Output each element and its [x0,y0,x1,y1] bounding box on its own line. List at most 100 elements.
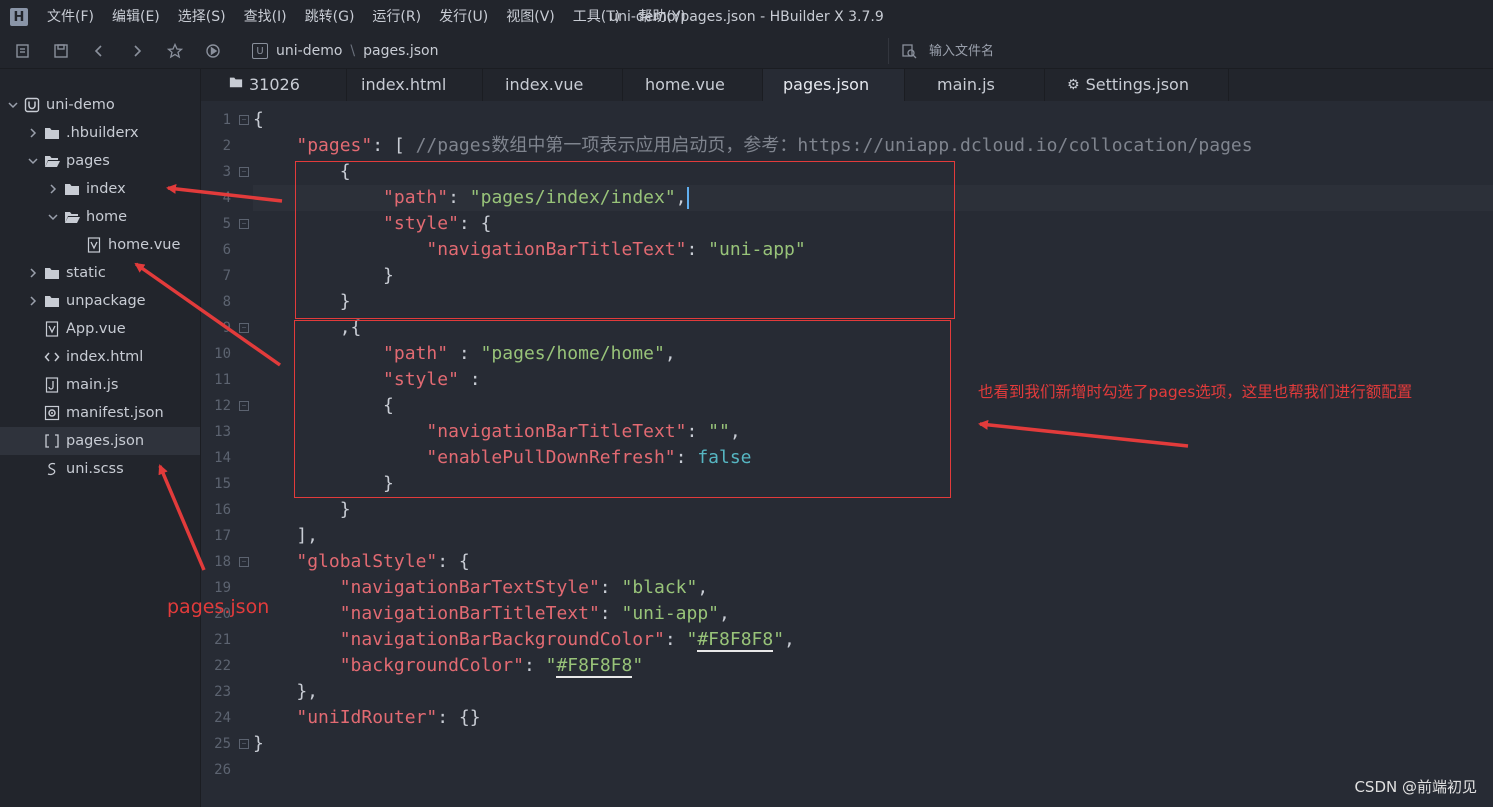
code-line: ,{ [253,317,362,338]
tab-index-vue[interactable]: index.vue [483,69,623,101]
tab-index-html[interactable]: index.html [347,69,483,101]
menu-view[interactable]: 视图(V) [497,0,564,34]
menu-help[interactable]: 帮助(Y) [629,0,694,34]
tree-item-pages-json[interactable]: pages.json [0,427,200,455]
color-value[interactable]: #F8F8F8 [556,655,633,678]
line-number: 6 [222,242,231,258]
tree-item-label: pages [66,153,110,169]
tab-31026[interactable]: 31026 [201,69,347,101]
run-icon[interactable] [204,42,222,60]
title-bar: H 文件(F) 编辑(E) 选择(S) 查找(I) 跳转(G) 运行(R) 发行… [0,0,1493,34]
tab-label: main.js [937,75,995,94]
folder-open-icon [64,209,80,225]
tab-main-js[interactable]: main.js [905,69,1045,101]
folder-icon [44,125,60,141]
line-number: 24 [214,710,231,726]
tab-pages-json[interactable]: pages.json [763,69,905,101]
tree-item-label: uni.scss [66,461,124,477]
code-line: "navigationBarTitleText": "uni-app" [426,239,806,260]
menu-publish[interactable]: 发行(U) [430,0,497,34]
chevron-right-icon[interactable] [46,182,60,196]
tab-settings-json[interactable]: ⚙ Settings.json [1045,69,1229,101]
menu-find[interactable]: 查找(I) [235,0,296,34]
menu-goto[interactable]: 跳转(G) [296,0,364,34]
tree-item-index-folder[interactable]: index [0,175,200,203]
star-icon[interactable] [166,42,184,60]
line-number: 7 [222,268,231,284]
tree-item-uni-demo[interactable]: uni-demo [0,91,200,119]
menu-select[interactable]: 选择(S) [169,0,235,34]
fold-toggle-icon[interactable]: − [239,219,249,229]
chevron-down-icon[interactable] [26,154,40,168]
vue-file-icon [44,321,60,337]
code-line: "backgroundColor": "#F8F8F8" [339,655,644,678]
tab-label: index.html [361,75,447,94]
tree-item-pages[interactable]: pages [0,147,200,175]
tree-item-label: home [86,209,128,225]
tree-item-home-folder[interactable]: home [0,203,200,231]
menu-edit[interactable]: 编辑(E) [103,0,169,34]
code-line: "globalStyle": { [296,551,470,572]
tree-item-label: main.js [66,377,119,393]
fold-toggle-icon[interactable]: − [239,115,249,125]
back-icon[interactable] [90,42,108,60]
tree-item-main-js[interactable]: main.js [0,371,200,399]
chevron-right-icon[interactable] [26,294,40,308]
fold-toggle-icon[interactable]: − [239,557,249,567]
fold-toggle-icon[interactable]: − [239,167,249,177]
gear-icon: ⚙ [1067,77,1080,93]
code-line: { [253,161,351,182]
code-line: "pages": [ //pages数组中第一项表示应用启动页，参考：https… [296,135,1253,156]
new-file-icon[interactable] [14,42,32,60]
folder-icon [44,293,60,309]
tree-item-index-html[interactable]: index.html [0,343,200,371]
vue-file-icon [86,237,102,253]
code-content[interactable]: { "pages": [ //pages数组中第一项表示应用启动页，参考：htt… [253,107,1493,783]
code-line: { [253,109,264,130]
color-value[interactable]: #F8F8F8 [697,629,774,652]
tree-item-static[interactable]: static [0,259,200,287]
breadcrumb: U uni-demo \ pages.json [252,43,438,59]
menu-bar: 文件(F) 编辑(E) 选择(S) 查找(I) 跳转(G) 运行(R) 发行(U… [38,0,695,34]
tab-home-vue[interactable]: home.vue [623,69,763,101]
code-line: ], [253,525,319,546]
forward-icon[interactable] [128,42,146,60]
chevron-right-icon[interactable] [26,266,40,280]
tree-item-label: App.vue [66,321,126,337]
breadcrumb-project[interactable]: uni-demo [276,43,342,59]
fold-toggle-icon[interactable]: − [239,323,249,333]
chevron-down-icon[interactable] [6,98,20,112]
menu-run[interactable]: 运行(R) [363,0,430,34]
folder-icon [64,181,80,197]
tab-label: pages.json [783,75,870,94]
code-editor[interactable]: 1−2 3−4 5−6 7 8 9−10 11 12−13 14 15 16 17 18−19 20 21 2… [201,101,1493,807]
file-tree: uni-demo .hbuilderx pages index home hom… [0,91,200,483]
watermark: CSDN @前端初见 [1354,778,1477,796]
file-search-icon [902,44,917,59]
save-icon[interactable] [52,42,70,60]
tree-item-app-vue[interactable]: App.vue [0,315,200,343]
file-search-input[interactable] [927,42,1431,60]
chevron-right-icon[interactable] [26,126,40,140]
chevron-down-icon[interactable] [46,210,60,224]
tree-item-unpackage[interactable]: unpackage [0,287,200,315]
code-line: "navigationBarBackgroundColor": "#F8F8F8… [339,629,795,652]
tree-item-label: manifest.json [66,405,164,421]
fold-toggle-icon[interactable]: − [239,401,249,411]
tree-item-hbuilderx[interactable]: .hbuilderx [0,119,200,147]
tree-item-manifest-json[interactable]: manifest.json [0,399,200,427]
tree-item-uni-scss[interactable]: uni.scss [0,455,200,483]
code-line: "style": { [383,213,492,234]
project-icon: U [252,43,268,59]
breadcrumb-file[interactable]: pages.json [363,43,438,59]
line-number: 21 [214,632,231,648]
line-number: 13 [214,424,231,440]
folder-icon [229,69,243,101]
menu-file[interactable]: 文件(F) [38,0,103,34]
fold-toggle-icon[interactable]: − [239,739,249,749]
code-line-current: "path": "pages/index/index", [253,185,1493,211]
menu-tools[interactable]: 工具(T) [564,0,629,34]
tree-item-home-vue[interactable]: home.vue [0,231,200,259]
line-number: 4 [222,190,231,206]
